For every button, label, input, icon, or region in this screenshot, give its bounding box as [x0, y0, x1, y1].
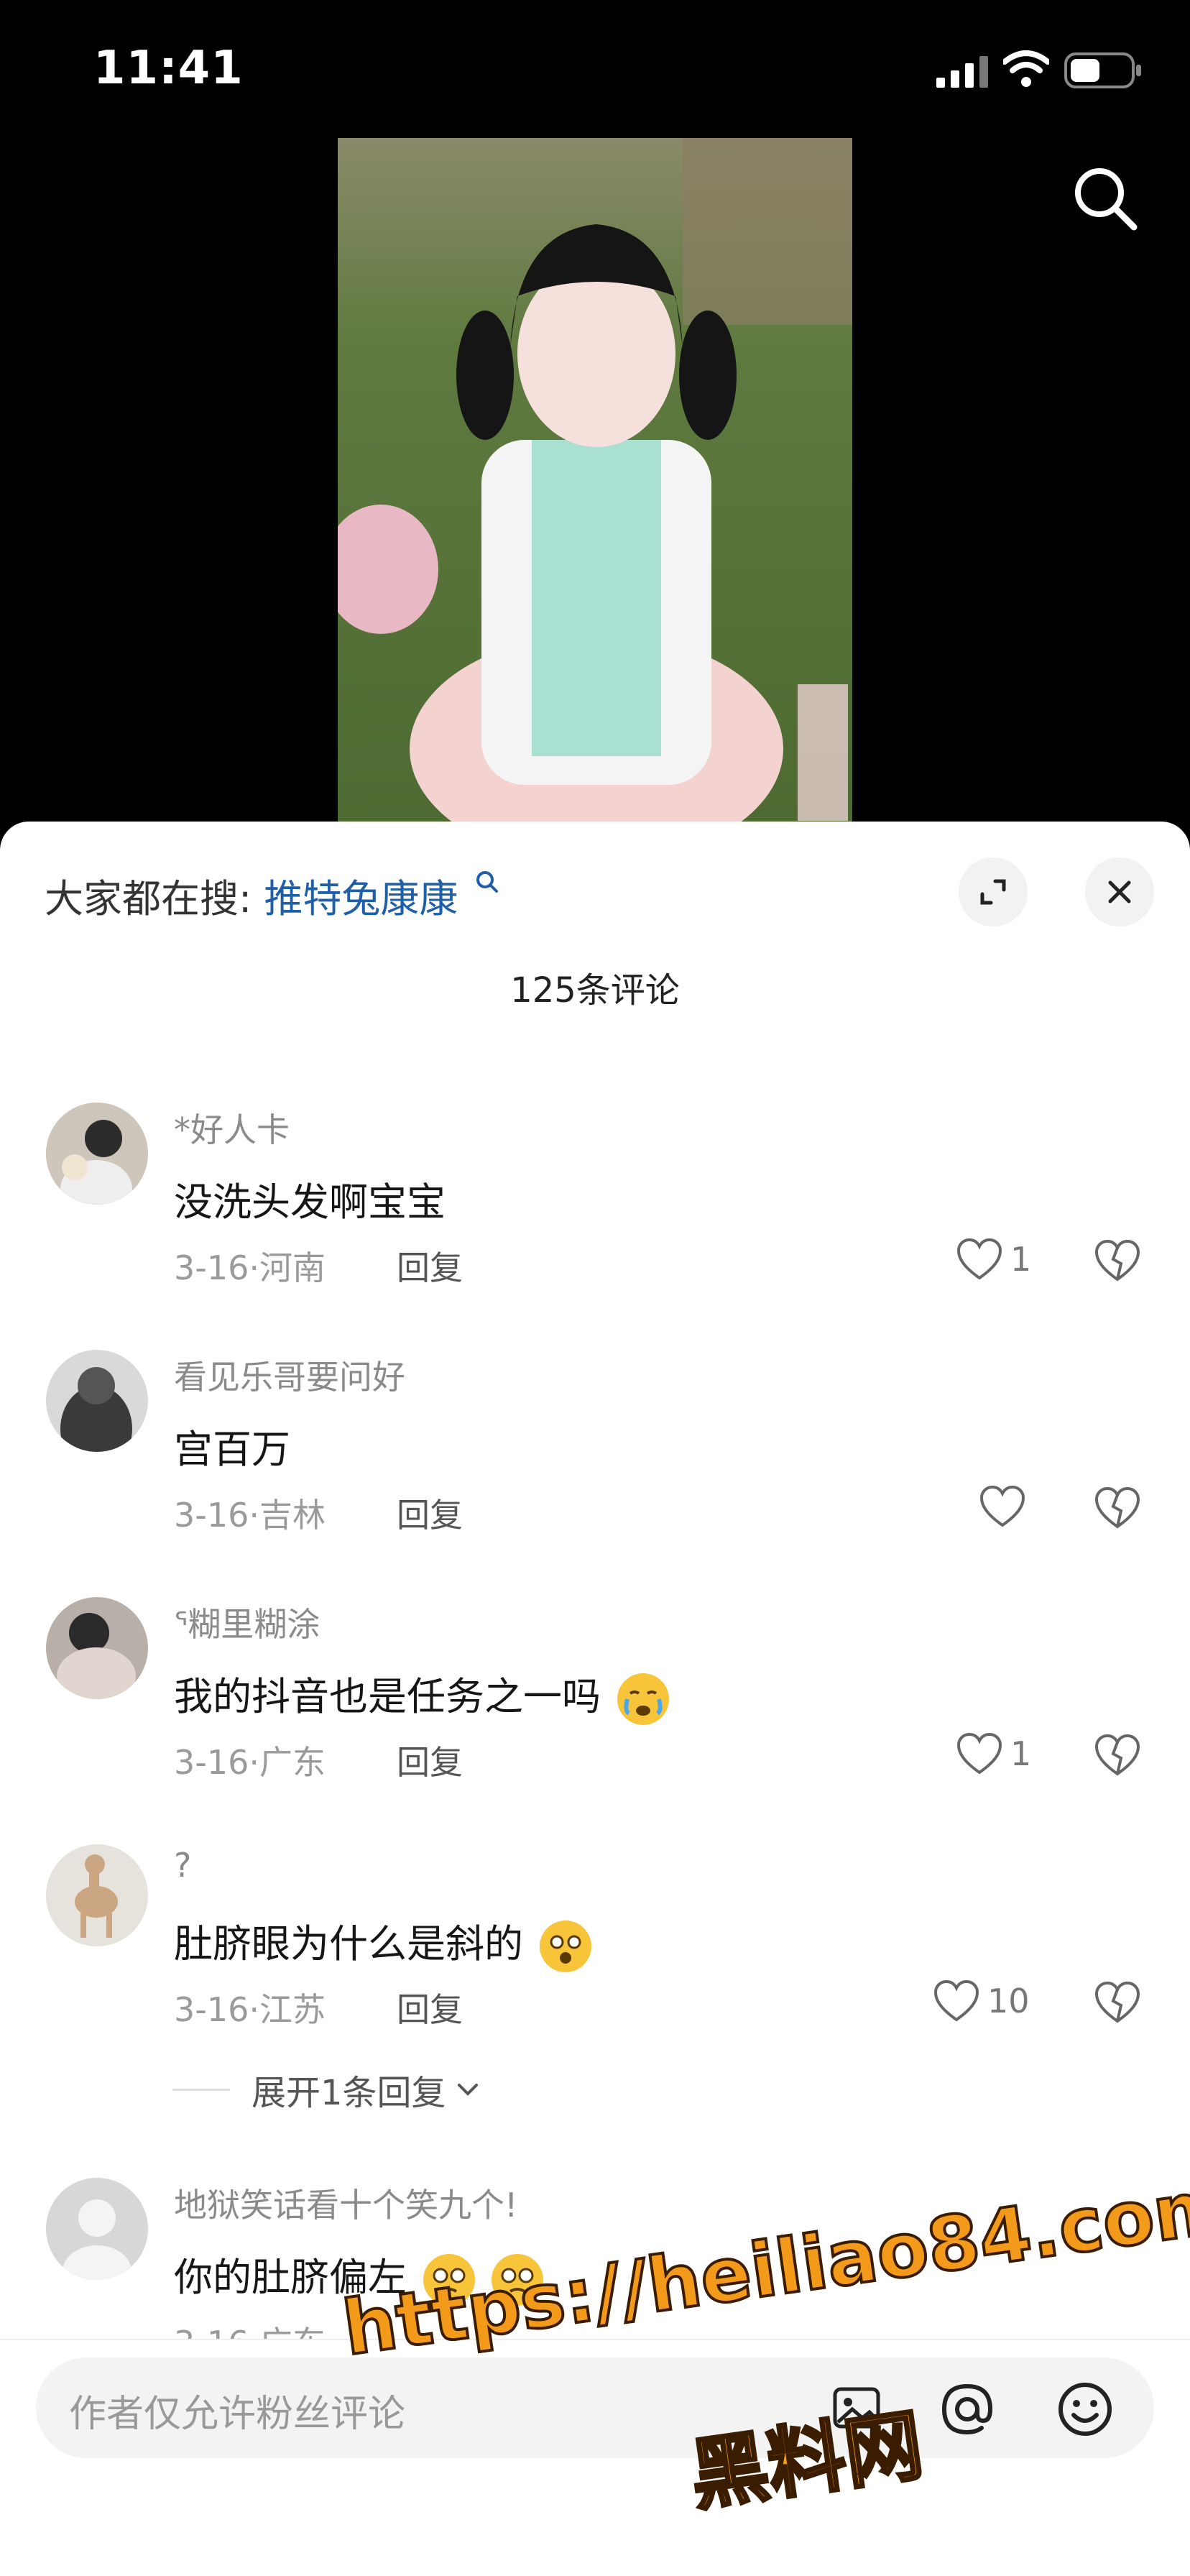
search-icon [476, 871, 498, 893]
status-time: 11:41 [93, 42, 244, 95]
avatar-image [46, 1597, 148, 1699]
at-icon[interactable] [940, 2382, 995, 2437]
emoji-icon[interactable] [1056, 2380, 1114, 2438]
like-count: 1 [1010, 1734, 1032, 1773]
avatar[interactable] [46, 1597, 148, 1699]
avatar[interactable] [46, 2178, 148, 2280]
expand-icon [980, 879, 1006, 905]
meta-separator: · [249, 1248, 260, 1287]
expand-replies-button[interactable]: 展开1条回复 [172, 2064, 479, 2115]
comment-meta: 3-16·吉林 [174, 1489, 326, 1537]
like-button[interactable] [979, 1485, 1026, 1528]
broken-heart-icon[interactable] [1094, 1239, 1141, 1282]
comment-username[interactable]: 地狱笑话看十个笑九个! [174, 2179, 517, 2227]
meta-separator: · [249, 1743, 260, 1782]
comment-region: 河南 [259, 1248, 326, 1287]
expand-divider-line [172, 2088, 230, 2091]
avatar[interactable] [46, 1844, 148, 1946]
comment-username-text: 糊里糊涂 [188, 1605, 320, 1644]
like-count: 1 [1010, 1240, 1032, 1279]
comment-text: 肚脐眼为什么是斜的 [174, 1912, 592, 1973]
comment-region: 江苏 [259, 1990, 326, 2029]
comment-date: 3-16 [174, 1496, 249, 1535]
comment-text: 没洗头发啊宝宝 [174, 1179, 446, 1225]
video-frame[interactable] [338, 138, 852, 824]
battery-icon [1064, 52, 1141, 88]
reply-button[interactable]: 回复 [397, 1242, 463, 1289]
comment-date: 3-16 [174, 2324, 249, 2339]
like-count: 10 [987, 1982, 1030, 2020]
heart-icon [956, 1238, 1002, 1280]
comment-input-placeholder: 作者仅允许粉丝评论 [69, 2393, 406, 2436]
comment-text-body: 肚脐眼为什么是斜的 [174, 1921, 523, 1966]
wifi-icon [1003, 50, 1049, 87]
comment-date: 3-16 [174, 1248, 249, 1287]
comment-meta: 3-16·江苏 [174, 1984, 326, 2031]
meta-separator: · [249, 1990, 260, 2029]
comment-username[interactable]: 看见乐哥要问好 [174, 1351, 405, 1399]
broken-heart-icon[interactable] [1094, 1734, 1141, 1777]
hot-search-keyword[interactable]: 推特兔康康 [264, 876, 458, 921]
comment-username[interactable]: ᕐ糊里糊涂 [174, 1598, 320, 1646]
heart-icon [979, 1485, 1025, 1527]
broken-heart-icon[interactable] [1094, 1981, 1141, 2024]
heart-icon [933, 1979, 979, 2022]
status-bar: 11:41 [0, 0, 1190, 137]
comment-region: 广东 [259, 1743, 326, 1782]
meta-separator: · [249, 2324, 259, 2339]
user-prefix-mark: ᕐ [174, 1605, 188, 1644]
comment-region: 广东 [259, 2324, 326, 2339]
input-divider [0, 2339, 1190, 2340]
comment-text: 我的抖音也是任务之一吗 [174, 1665, 670, 1726]
comment-text: 宫百万 [174, 1427, 290, 1472]
avatar-image [46, 1350, 148, 1452]
meta-separator: · [249, 1496, 260, 1535]
broken-heart-icon[interactable] [1094, 1486, 1141, 1530]
close-icon [1108, 880, 1131, 903]
chevron-down-icon [457, 2084, 478, 2096]
reply-button[interactable]: 回复 [397, 1736, 463, 1784]
comment-date: 3-16 [174, 1990, 249, 2029]
hot-search[interactable]: 大家都在搜: 推特兔康康 [45, 867, 499, 924]
reply-button[interactable]: 回复 [397, 1489, 463, 1537]
like-button[interactable]: 1 [956, 1732, 1031, 1775]
comment-username[interactable]: *好人卡 [174, 1104, 290, 1151]
expand-replies-label: 展开1条回复 [252, 2073, 446, 2113]
like-button[interactable]: 1 [956, 1238, 1031, 1281]
crying-emoji-icon [617, 1673, 670, 1726]
avatar[interactable] [46, 1103, 148, 1205]
signal-icon [936, 56, 988, 88]
like-button[interactable]: 10 [933, 1979, 1030, 2023]
default-avatar-icon [46, 2178, 148, 2280]
video-thumbnail [338, 138, 852, 824]
reply-button[interactable]: 回复 [397, 1984, 463, 2031]
search-icon[interactable] [1071, 164, 1140, 233]
comment-date: 3-16 [174, 1743, 249, 1782]
comment-meta: 3-16·广东 [174, 1736, 326, 1784]
comment-meta: 3-16·河南 [174, 1242, 326, 1289]
avatar-image [46, 1844, 148, 1946]
comment-username[interactable]: ? [174, 1846, 191, 1885]
comment-input[interactable]: 作者仅允许粉丝评论 [36, 2358, 1154, 2458]
comment-text-body: 我的抖音也是任务之一吗 [174, 1674, 601, 1719]
avatar-image [46, 1103, 148, 1205]
dizzy-face-emoji-icon [540, 1920, 592, 1973]
heart-icon [956, 1732, 1002, 1775]
close-button[interactable] [1085, 857, 1154, 926]
hot-search-prefix: 大家都在搜: [45, 876, 252, 921]
comment-region: 吉林 [259, 1496, 326, 1535]
comment-meta: 3-16·广东 [174, 2317, 326, 2339]
comment-count: 125条评论 [510, 970, 680, 1011]
expand-button[interactable] [959, 857, 1028, 926]
avatar[interactable] [46, 1350, 148, 1452]
